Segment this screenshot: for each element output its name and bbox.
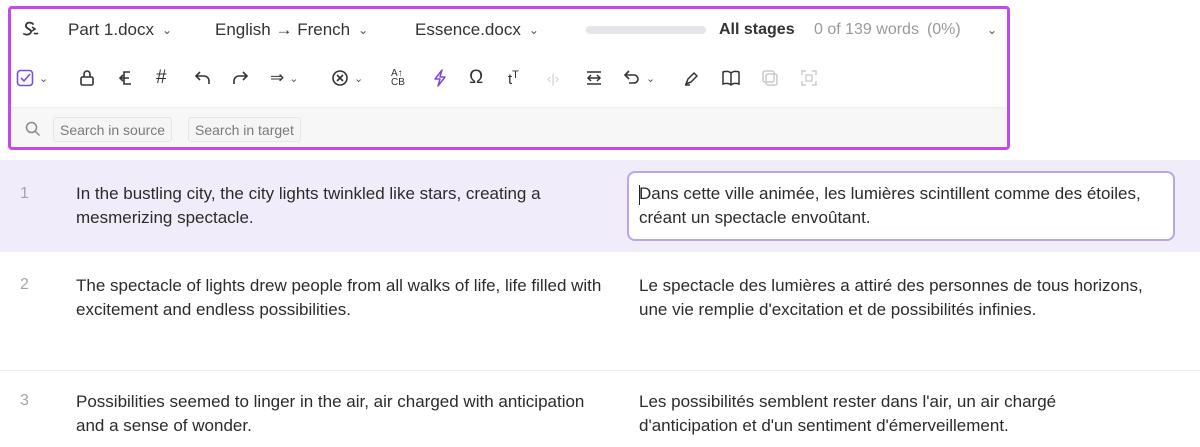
- segment-source: Possibilities seemed to linger in the ai…: [76, 392, 585, 435]
- expand-button[interactable]: [800, 65, 818, 91]
- clear-target-button[interactable]: ⌄: [331, 65, 363, 91]
- segment-number: 1: [20, 185, 29, 202]
- lightning-icon: [434, 69, 446, 87]
- redo-button[interactable]: [231, 65, 249, 91]
- file-dropdown-label: Part 1.docx: [68, 20, 154, 39]
- segment-row-2[interactable]: 2 The spectacle of lights drew people fr…: [0, 252, 1200, 367]
- join-segments-icon: [586, 71, 602, 85]
- copy-source-button[interactable]: [118, 65, 136, 91]
- copy-icon: [762, 70, 778, 86]
- word-count: 0 of 139 words (0%): [814, 9, 961, 51]
- copy-button[interactable]: [761, 65, 779, 91]
- chevron-down-icon: ⌄: [646, 72, 656, 85]
- auto-propagate-button[interactable]: [432, 65, 448, 91]
- book-icon: [722, 70, 740, 87]
- word-count-percent: (0%): [926, 21, 961, 38]
- language-dropdown-label: English → French: [215, 20, 351, 39]
- special-characters-button[interactable]: Ω: [469, 65, 483, 91]
- search-source-input[interactable]: Search in source: [53, 117, 173, 142]
- segment-row-1[interactable]: 1 In the bustling city, the city lights …: [0, 160, 1200, 252]
- toolbar-top-row: Part 1.docx ⌄ English → French ⌄ Essence…: [11, 9, 1007, 51]
- expand-icon: [801, 70, 817, 86]
- undo-icon: [194, 71, 210, 84]
- segment-number: 3: [20, 392, 29, 409]
- insert-tags-button[interactable]: ⇒ ⌄: [270, 65, 298, 91]
- chevron-down-icon: ⌄: [289, 72, 299, 85]
- stats-chevron-down-icon[interactable]: ⌄: [987, 9, 997, 51]
- hash-button[interactable]: #: [156, 65, 167, 91]
- target-editor[interactable]: Dans cette ville animée, les lumières sc…: [627, 171, 1175, 241]
- app-logo-icon[interactable]: [18, 17, 42, 41]
- segment-target[interactable]: Les possibilités semblent rester dans l'…: [639, 390, 1159, 438]
- reference-dropdown-label: Essence.docx: [415, 20, 521, 39]
- revert-icon: [623, 70, 639, 84]
- join-segments-button[interactable]: [585, 65, 603, 91]
- chevron-down-icon: ⌄: [528, 23, 539, 37]
- pen-icon: [685, 72, 698, 86]
- segment-number: 2: [20, 276, 29, 293]
- toolbar-tools-row: ⌄ # ⇒ ⌄ ⌄ A↑ CB Ω tT ‹|› ⌄: [11, 55, 1007, 101]
- tag-brackets-icon: ‹|›: [547, 70, 560, 86]
- chevron-down-icon: ⌄: [162, 23, 173, 37]
- tag-brackets-button[interactable]: ‹|›: [547, 65, 559, 91]
- word-count-text: 0 of 139 words: [814, 21, 919, 38]
- omega-icon: Ω: [469, 67, 484, 88]
- editor-toolbar: Part 1.docx ⌄ English → French ⌄ Essence…: [8, 6, 1010, 150]
- segment-target[interactable]: Dans cette ville animée, les lumières sc…: [639, 182, 1159, 230]
- copy-source-icon: [118, 71, 131, 85]
- language-dropdown[interactable]: English → French ⌄: [215, 9, 368, 51]
- undo-button[interactable]: [194, 65, 212, 91]
- change-case-button[interactable]: A↑ CB: [391, 65, 405, 91]
- chevron-down-icon: ⌄: [358, 23, 369, 37]
- confirm-segment-icon: [16, 69, 34, 87]
- insert-tags-icon: ⇒: [270, 68, 285, 87]
- segment-source: The spectacle of lights drew people from…: [76, 276, 602, 319]
- hash-icon: #: [156, 67, 167, 88]
- segment-target[interactable]: Le spectacle des lumières a attiré des p…: [639, 274, 1159, 322]
- pen-button[interactable]: [683, 65, 701, 91]
- redo-icon: [233, 71, 249, 84]
- segment-source: In the bustling city, the city lights tw…: [76, 184, 541, 227]
- confirm-segment-button[interactable]: ⌄: [16, 65, 48, 91]
- stages-selector[interactable]: All stages: [719, 9, 795, 51]
- text-format-icon: tT: [508, 68, 519, 88]
- search-target-input[interactable]: Search in target: [188, 117, 301, 142]
- search-icon: [25, 121, 41, 137]
- text-format-button[interactable]: tT: [508, 65, 519, 91]
- chevron-down-icon: ⌄: [39, 72, 49, 85]
- reference-dropdown[interactable]: Essence.docx ⌄: [415, 9, 539, 51]
- revert-button[interactable]: ⌄: [623, 65, 655, 91]
- chevron-down-icon: ⌄: [354, 72, 364, 85]
- segment-row-3[interactable]: 3 Possibilities seemed to linger in the …: [0, 370, 1200, 447]
- file-dropdown[interactable]: Part 1.docx ⌄: [68, 9, 172, 51]
- search-bar: Search in source Search in target: [11, 107, 1007, 147]
- glossary-button[interactable]: [721, 65, 741, 91]
- change-case-icon: A↑ CB: [391, 68, 405, 88]
- progress-bar: [586, 26, 706, 34]
- lock-icon: [80, 70, 94, 86]
- lock-button[interactable]: [79, 65, 95, 91]
- clear-target-icon: [332, 70, 348, 86]
